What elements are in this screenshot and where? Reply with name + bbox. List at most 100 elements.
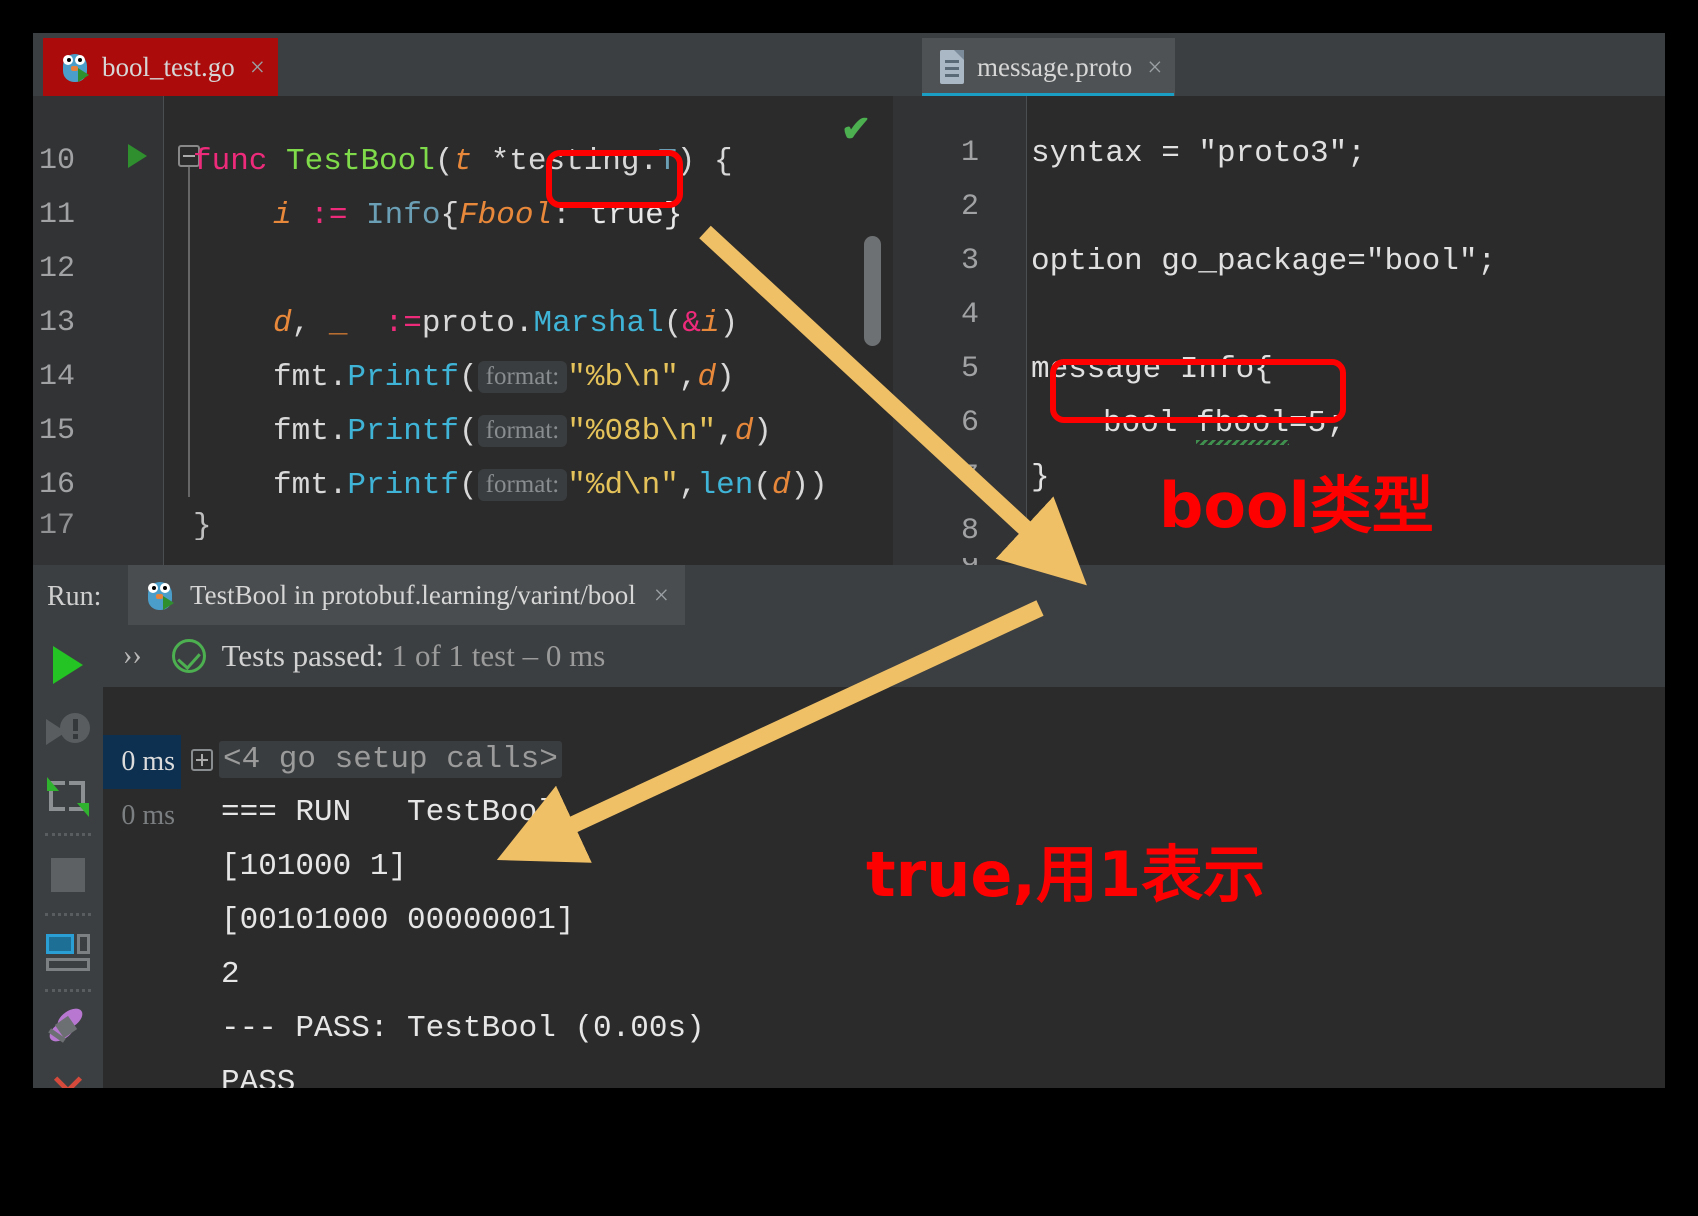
code-text: message Info{ — [1031, 351, 1273, 387]
console-line: [101000 1] — [221, 849, 408, 884]
code-line[interactable]: 2 — [893, 180, 1665, 234]
tab-message-proto[interactable]: message.proto × — [922, 38, 1176, 96]
tab-label: bool_test.go — [102, 51, 235, 82]
code-text: fmt. Printf(format: "%d\n", len(d)) — [273, 467, 828, 503]
code-text: } — [1031, 459, 1050, 495]
run-tool-window: Run: TestBool in protobuf.learning/varin… — [33, 565, 1665, 1088]
expand-chevron-icon[interactable]: ›› — [123, 640, 142, 672]
line-number: 8 — [960, 514, 979, 548]
line-number: 1 — [960, 136, 979, 170]
code-text: fmt. Printf(format: "%08b\n", d) — [273, 413, 772, 449]
annotation-text-bool-type: bool类型 — [1159, 469, 1434, 542]
close-icon[interactable]: × — [654, 581, 669, 609]
console-line: --- PASS: TestBool (0.00s) — [221, 1011, 705, 1046]
line-number: 4 — [960, 298, 979, 332]
parameter-hint: format: — [477, 415, 568, 447]
line-number: 9 — [913, 558, 979, 565]
expand-fold-icon[interactable] — [191, 748, 213, 771]
time-cell: 0 ms — [121, 800, 175, 831]
code-line[interactable]: 5 message Info{ — [893, 342, 1665, 396]
pin-icon — [45, 1004, 90, 1051]
go-gopher-icon — [144, 578, 178, 612]
tab-bool-test-go[interactable]: bool_test.go × — [43, 38, 278, 96]
proto-file-icon — [938, 49, 968, 85]
editor-tabbar-right: message.proto × — [893, 33, 1665, 98]
console-layout-button[interactable] — [33, 925, 103, 981]
run-toolbar: ✕ — [33, 625, 103, 1088]
code-text: d, _ :=proto.Marshal(&i) — [273, 305, 739, 341]
line-number: 11 — [38, 198, 75, 232]
line-number: 13 — [38, 306, 75, 340]
editor-tabbar-left: bool_test.go × — [33, 33, 893, 96]
pin-tab-button[interactable] — [33, 1001, 103, 1057]
toolbar-separator — [45, 833, 91, 836]
code-line[interactable]: 16 fmt. Printf(format: "%d\n", len(d)) — [33, 458, 893, 512]
toolbar-separator — [45, 913, 91, 916]
toggle-auto-test-button[interactable] — [33, 769, 103, 825]
annotation-text-true-note: true,用1表示 — [866, 838, 1266, 911]
console-layout-icon — [46, 934, 90, 972]
refresh-icon — [47, 777, 89, 817]
code-line[interactable]: 1 syntax = "proto3"; — [893, 126, 1665, 180]
code-text: bool fbool=5; — [1103, 405, 1345, 448]
console-time-gutter: 0 ms 0 ms — [103, 687, 181, 1088]
close-button[interactable]: ✕ — [33, 1065, 103, 1089]
run-configuration-tab[interactable]: TestBool in protobuf.learning/varint/boo… — [128, 565, 686, 625]
run-tab-label: TestBool in protobuf.learning/varint/boo… — [190, 579, 636, 610]
line-number: 12 — [38, 252, 75, 286]
code-text: fmt. Printf(format: "%b\n", d) — [273, 359, 735, 395]
field-name-with-warning: fbool — [1196, 405, 1290, 448]
line-number: 10 — [38, 144, 75, 178]
play-alert-icon — [46, 711, 90, 751]
code-line[interactable]: 4 — [893, 288, 1665, 342]
console-line: [00101000 00000001] — [221, 903, 575, 938]
code-line[interactable]: 12 — [33, 242, 893, 296]
line-number: 5 — [960, 352, 979, 386]
play-icon — [53, 646, 83, 684]
tests-passed-icon — [171, 639, 206, 673]
line-number: 16 — [38, 468, 75, 502]
line-number: 7 — [960, 460, 979, 494]
stop-square-icon — [51, 858, 85, 892]
editor-bool-test-go[interactable]: ✔ 10 func TestBool(t *testing.T) { 11 i … — [33, 96, 893, 565]
console-line: 2 — [221, 957, 240, 992]
console-line-text: <4 go setup calls> — [219, 741, 562, 778]
run-panel-label: Run: — [47, 581, 102, 612]
console-line: PASS — [221, 1065, 296, 1088]
code-line[interactable]: 15 fmt. Printf(format: "%08b\n", d) — [33, 404, 893, 458]
rerun-failed-button[interactable] — [33, 703, 103, 759]
code-text: syntax = "proto3"; — [1031, 135, 1366, 171]
test-status-text: Tests passed: 1 of 1 test – 0 ms — [221, 638, 606, 673]
close-icon[interactable]: × — [1147, 53, 1162, 81]
run-panel-header: Run: TestBool in protobuf.learning/varin… — [33, 565, 1665, 625]
editor-scrollbar-thumb[interactable] — [864, 236, 881, 346]
tab-label: message.proto — [977, 51, 1133, 82]
code-line[interactable]: 13 d, _ :=proto.Marshal(&i) — [33, 296, 893, 350]
code-text: } — [193, 512, 212, 540]
code-line[interactable]: 3 option go_package="bool"; — [893, 234, 1665, 288]
parameter-hint: format: — [477, 361, 568, 393]
close-icon[interactable]: × — [250, 53, 265, 81]
test-status-bar: ›› Tests passed: 1 of 1 test – 0 ms — [103, 625, 1665, 687]
close-x-icon: ✕ — [48, 1069, 88, 1089]
code-line[interactable]: 10 func TestBool(t *testing.T) { — [33, 134, 893, 188]
parameter-hint: format: — [477, 469, 568, 501]
go-gopher-icon — [59, 50, 93, 84]
code-line[interactable]: 9 — [893, 558, 1665, 565]
time-cell: 0 ms — [103, 735, 181, 789]
code-line[interactable]: 14 fmt. Printf(format: "%b\n", d) — [33, 350, 893, 404]
code-line[interactable]: 17 } — [33, 512, 893, 540]
stop-button[interactable] — [33, 847, 103, 903]
code-text: func TestBool(t *testing.T) { — [193, 143, 733, 179]
code-line[interactable]: 11 i := Info{Fbool: true} — [33, 188, 893, 242]
line-number: 15 — [38, 414, 75, 448]
line-number: 14 — [38, 360, 75, 394]
line-number: 6 — [960, 406, 979, 440]
code-line[interactable]: 6 bool fbool=5; — [893, 396, 1665, 450]
rerun-button[interactable] — [33, 637, 103, 693]
code-text: i := Info{Fbool: true} — [273, 197, 683, 233]
toolbar-separator — [45, 989, 91, 992]
line-number: 17 — [38, 512, 75, 540]
code-text: option go_package="bool"; — [1031, 243, 1497, 279]
console-line-folded[interactable]: <4 go setup calls> — [191, 741, 562, 778]
